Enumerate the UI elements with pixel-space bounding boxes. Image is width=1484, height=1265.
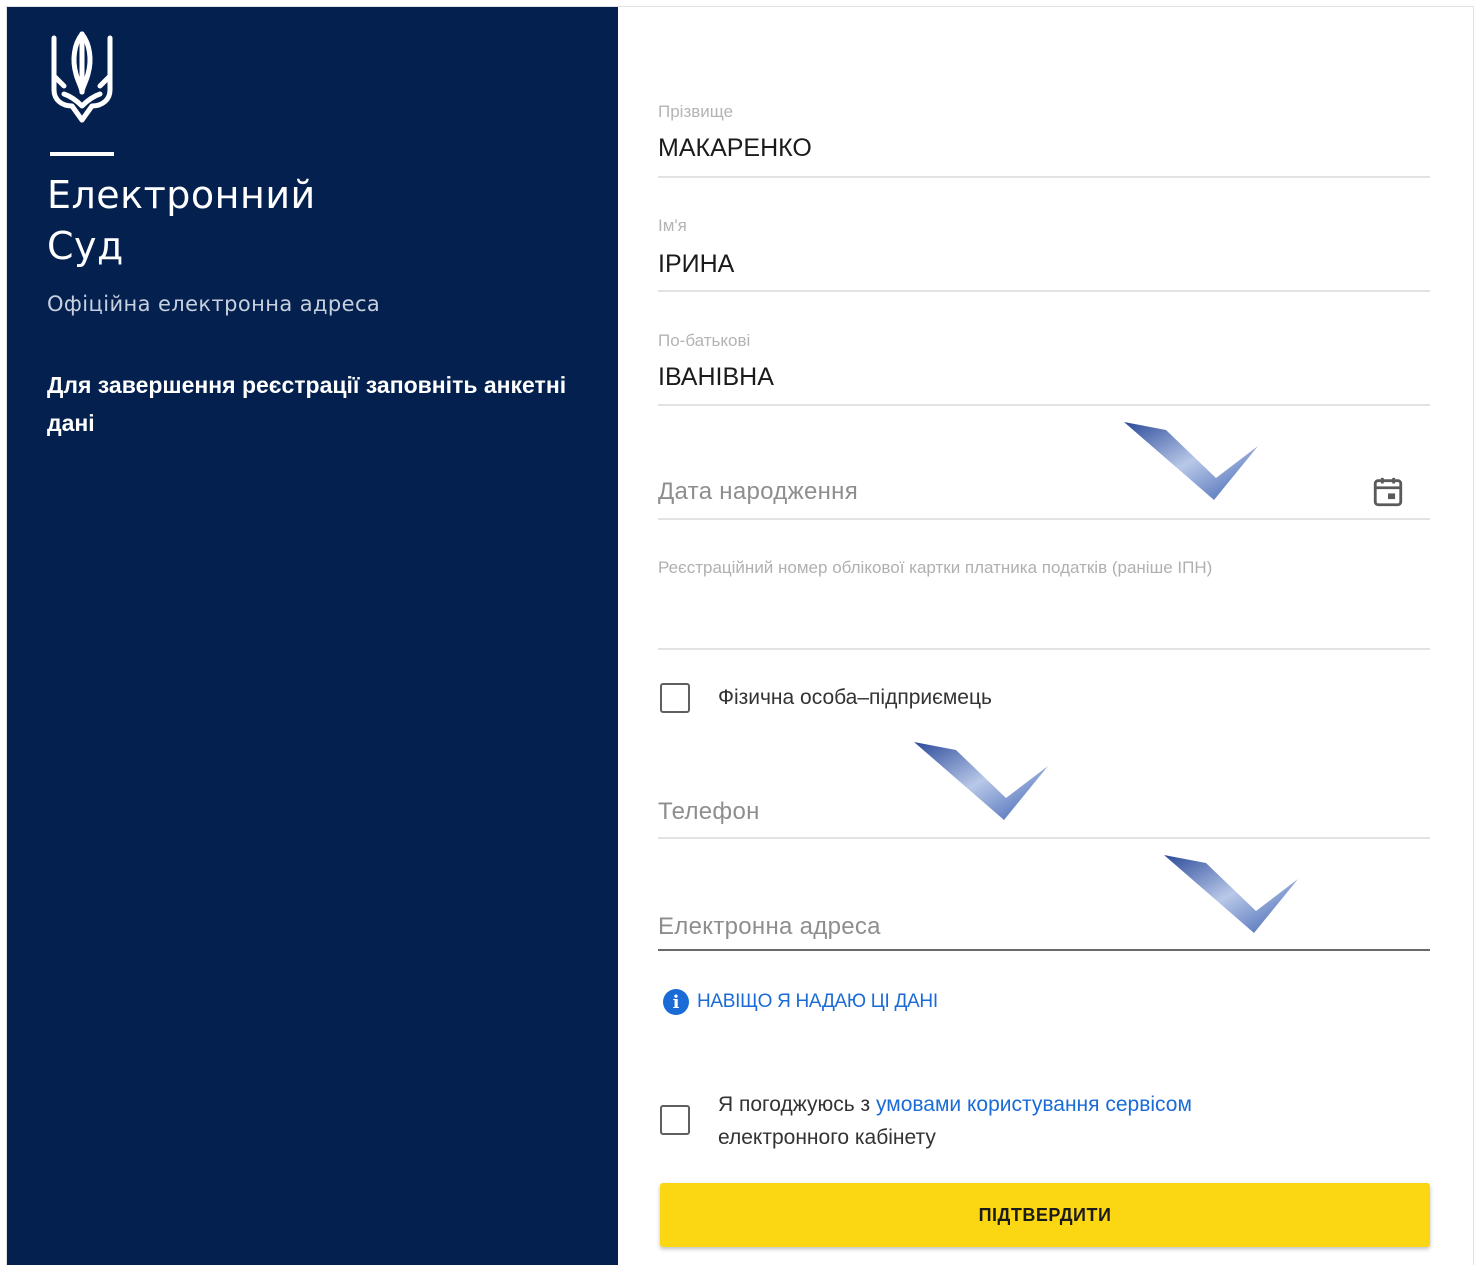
surname-label: Прізвище (658, 102, 734, 121)
surname-value[interactable]: МАКАРЕНКО (658, 134, 812, 163)
agree-suffix: електронного кабінету (718, 1126, 936, 1149)
brand-line-2: Суд (47, 224, 124, 268)
brand-divider (50, 152, 114, 156)
registration-prompt: Для завершення реєстрації заповніть анке… (47, 372, 567, 436)
agree-prefix: Я погоджуюсь з (718, 1093, 876, 1116)
why-data-link[interactable]: i НАВІЩО Я НАДАЮ ЦІ ДАНІ (663, 989, 938, 1015)
brand-subtitle: Офіційна електронна адреса (47, 292, 381, 316)
patronymic-field[interactable]: По-батькові ІВАНІВНА (658, 329, 1430, 406)
entrepreneur-checkbox[interactable] (660, 683, 690, 713)
phone-placeholder: Телефон (658, 798, 760, 825)
patronymic-value[interactable]: ІВАНІВНА (658, 363, 774, 392)
birth-date-field[interactable]: Дата народження (658, 440, 1430, 520)
patronymic-label: По-батькові (658, 331, 751, 350)
email-placeholder: Електронна адреса (658, 913, 881, 940)
tax-number-label: Реєстраційний номер облікової картки пла… (658, 558, 1213, 577)
agree-checkbox[interactable] (660, 1105, 690, 1135)
entrepreneur-label: Фізична особа–підприємець (718, 686, 992, 709)
first-name-label: Ім'я (658, 216, 687, 235)
first-name-value[interactable]: ІРИНА (658, 250, 734, 279)
brand-title: Електронний Суд (47, 170, 316, 272)
submit-button[interactable]: ПІДТВЕРДИТИ (660, 1183, 1430, 1247)
surname-field[interactable]: Прізвище МАКАРЕНКО (658, 100, 1430, 178)
trident-logo-icon (51, 31, 113, 123)
birth-date-placeholder: Дата народження (658, 478, 858, 505)
agree-text: Я погоджуюсь з умовами користування серв… (718, 1088, 1358, 1154)
annotation-check-icon (914, 742, 1048, 820)
email-field[interactable]: Електронна адреса (658, 875, 1430, 951)
annotation-check-icon (1164, 855, 1298, 933)
first-name-field[interactable]: Ім'я ІРИНА (658, 214, 1430, 292)
why-data-link-label: НАВІЩО Я НАДАЮ ЦІ ДАНІ (697, 991, 938, 1012)
calendar-icon[interactable] (1371, 475, 1405, 509)
brand-line-1: Електронний (47, 173, 316, 217)
info-icon: i (663, 989, 689, 1015)
tax-number-field[interactable]: Реєстраційний номер облікової картки пла… (658, 558, 1430, 650)
terms-link[interactable]: умовами користування сервісом (876, 1093, 1192, 1116)
annotation-check-icon (1124, 422, 1258, 500)
